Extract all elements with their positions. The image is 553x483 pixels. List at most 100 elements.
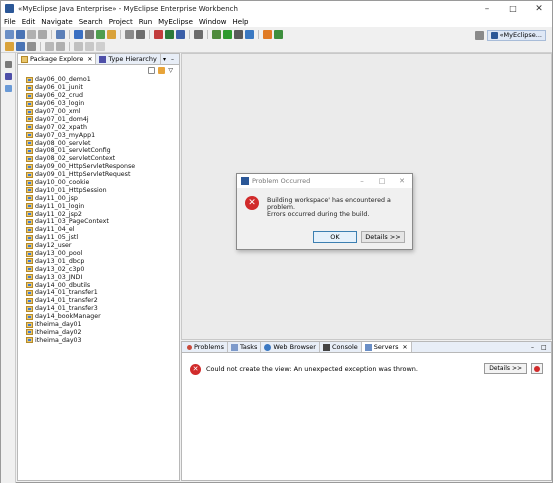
view-menu-icon[interactable]: ▽ [168,67,173,74]
task-dropdown-icon[interactable] [27,41,36,51]
outline-icon[interactable] [5,85,12,92]
tree-item[interactable]: day14_01_transfer3 [26,305,179,313]
link-with-editor-icon[interactable] [158,67,166,74]
menu-help[interactable]: Help [230,18,252,26]
save-all-icon[interactable] [27,29,36,39]
perspective-button[interactable]: «MyEclipse... [486,29,546,41]
tree-item[interactable]: day07_03_myApp1 [26,131,179,139]
maximize-view-icon[interactable]: □ [541,342,551,352]
tree-item[interactable]: day07_02_xpath [26,123,179,131]
edit-dropdown-icon[interactable] [136,29,145,39]
browser-icon[interactable] [176,29,185,39]
deploy-icon[interactable] [74,29,83,39]
tree-item[interactable]: day11_04_el [26,226,179,234]
tab-servers[interactable]: Servers ✕ [361,342,412,352]
tree-item[interactable]: day06_02_crud [26,92,179,100]
tree-item[interactable]: day14_01_transfer1 [26,289,179,297]
tree-item[interactable]: day08_00_servlet [26,139,179,147]
back-icon[interactable] [74,41,83,51]
tree-item[interactable]: day13_02_c3p0 [26,265,179,273]
restore-icon[interactable] [5,61,12,68]
tab-tasks[interactable]: Tasks [228,342,262,352]
tree-item[interactable]: day07_00_xml [26,108,179,116]
save-icon[interactable] [16,29,25,39]
details-button[interactable]: Details >> [484,363,527,374]
minimize-view-icon[interactable]: – [171,54,179,64]
forward-icon[interactable] [85,41,94,51]
open-type-icon[interactable] [5,41,14,51]
tree-item[interactable]: itheima_day03 [26,336,179,344]
monitor-icon[interactable] [194,29,203,39]
tree-item[interactable]: day12_user [26,242,179,250]
tree-item[interactable]: day14_01_transfer2 [26,297,179,305]
tab-console[interactable]: Console [320,342,362,352]
server-icon[interactable] [56,29,65,39]
tool-icon[interactable] [274,29,283,39]
debug-icon[interactable] [212,29,221,39]
dialog-maximize-button[interactable]: □ [372,174,392,188]
tree-item[interactable]: itheima_day01 [26,321,179,329]
tab-web-browser[interactable]: Web Browser [261,342,320,352]
details-button[interactable]: Details >> [361,231,405,243]
open-task-icon[interactable] [16,41,25,51]
tree-item[interactable]: day10_00_cookie [26,179,179,187]
tree-item[interactable]: day07_01_dom4j [26,115,179,123]
hierarchy-icon[interactable] [5,73,12,80]
last-edit-icon[interactable] [96,41,105,51]
wizard-icon[interactable] [107,29,116,39]
maximize-button[interactable]: □ [500,1,526,16]
tree-item[interactable]: day08_02_servletContext [26,155,179,163]
ok-button[interactable]: OK [313,231,357,243]
tree-item[interactable]: day14_00_dbutils [26,281,179,289]
menu-file[interactable]: File [1,18,19,26]
tree-item[interactable]: day13_00_pool [26,250,179,258]
tree-item[interactable]: day13_01_dbcp [26,257,179,265]
error-details-icon[interactable] [531,363,543,374]
close-tab-icon[interactable]: ✕ [87,56,92,63]
close-tab-icon[interactable]: ✕ [402,344,407,351]
edit-icon[interactable] [125,29,134,39]
tree-item[interactable]: day11_03_PageContext [26,218,179,226]
print-icon[interactable] [38,29,47,39]
tree-item[interactable]: day06_01_junit [26,84,179,92]
menu-window[interactable]: Window [196,18,230,26]
tab-problems[interactable]: Problems [184,342,228,352]
collapse-all-icon[interactable] [148,67,156,74]
tree-item[interactable]: day09_00_HttpServletResponse [26,163,179,171]
menu-project[interactable]: Project [106,18,136,26]
stop-icon[interactable] [154,29,163,39]
tree-item[interactable]: day09_01_HttpServletRequest [26,171,179,179]
dialog-minimize-button[interactable]: – [352,174,372,188]
tree-item[interactable]: day08_01_servletConfig [26,147,179,155]
menu-search[interactable]: Search [76,18,106,26]
new-icon[interactable] [5,29,14,39]
annotation-dropdown-icon[interactable] [56,41,65,51]
open-perspective-icon[interactable] [474,30,484,40]
tab-type-hierarchy[interactable]: Type Hierarchy [96,54,161,64]
menu-edit[interactable]: Edit [19,18,39,26]
menu-myeclipse[interactable]: MyEclipse [155,18,196,26]
annotation-icon[interactable] [45,41,54,51]
globe-icon[interactable] [165,29,174,39]
tree-item[interactable]: day13_03_JNDI [26,273,179,281]
view-menu-icon[interactable]: ▾ [163,54,171,64]
dialog-close-button[interactable]: ✕ [392,174,412,188]
tree-item[interactable]: day06_00_demo1 [26,76,179,84]
tree-item[interactable]: day14_bookManager [26,313,179,321]
tree-item[interactable]: itheima_day02 [26,329,179,337]
minimize-view-icon[interactable]: – [531,342,541,352]
tab-package-explorer[interactable]: Package Explore ✕ [18,54,97,64]
launch-icon[interactable] [96,29,105,39]
menu-navigate[interactable]: Navigate [38,18,75,26]
minimize-button[interactable]: – [474,1,500,16]
tree-item[interactable]: day11_05_jstl [26,234,179,242]
tree-item[interactable]: day11_02_jsp2 [26,210,179,218]
tree-item[interactable]: day11_00_jsp [26,194,179,202]
external-tools-icon[interactable] [234,29,243,39]
run-icon[interactable] [223,29,232,39]
tree-item[interactable]: day11_01_login [26,202,179,210]
tree-item[interactable]: day10_01_HttpSession [26,186,179,194]
deploy-manage-icon[interactable] [85,29,94,39]
search-icon[interactable] [245,29,254,39]
close-button[interactable]: ✕ [526,1,552,16]
